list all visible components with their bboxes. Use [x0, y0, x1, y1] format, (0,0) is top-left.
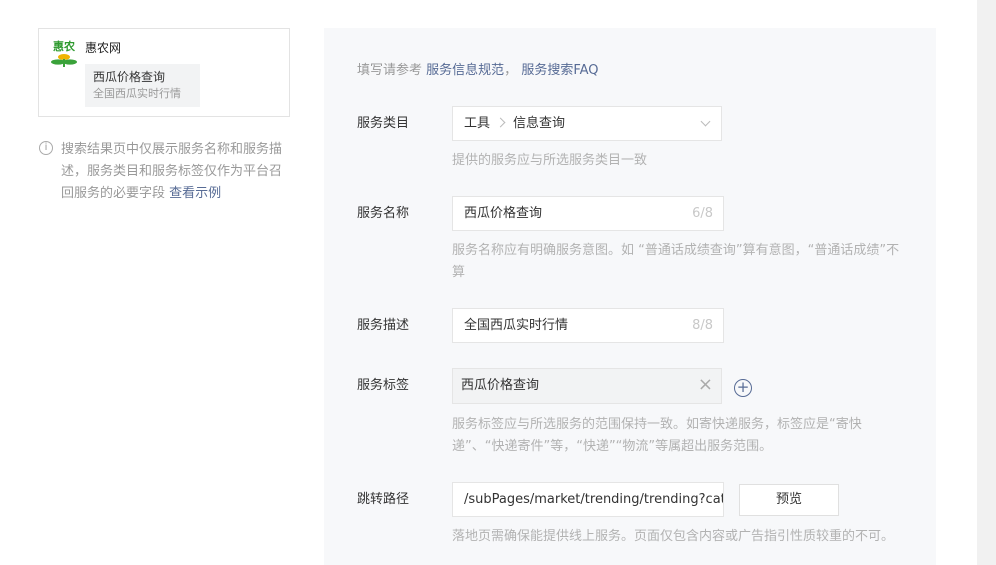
category-label: 服务类目 [357, 116, 410, 131]
app-logo: 惠农 [49, 40, 79, 70]
reference-line: 填写请参考 服务信息规范， 服务搜索FAQ [357, 62, 599, 80]
service-search-faq-link[interactable]: 服务搜索FAQ [521, 63, 598, 78]
reference-prefix: 填写请参考 [357, 63, 423, 78]
service-tag-value: 西瓜价格查询 [461, 378, 540, 393]
category-select[interactable]: 工具 信息查询 [452, 106, 722, 141]
scrollbar-track[interactable] [977, 0, 996, 565]
chevron-right-icon [495, 117, 506, 128]
service-desc-input[interactable]: 全国西瓜实时行情 8/8 [452, 308, 724, 343]
service-name-label: 服务名称 [357, 206, 410, 221]
service-name-preview: 西瓜价格查询 [93, 70, 166, 84]
category-level1: 工具 [464, 116, 491, 131]
preview-button[interactable]: 预览 [739, 484, 839, 516]
service-info-spec-link[interactable]: 服务信息规范 [426, 63, 504, 78]
service-name-value: 西瓜价格查询 [464, 206, 543, 221]
category-level2: 信息查询 [513, 116, 566, 131]
service-desc-value: 全国西瓜实时行情 [464, 318, 569, 333]
view-example-link[interactable]: 查看示例 [169, 186, 221, 201]
jump-path-input[interactable]: /subPages/market/trending/trending?categ… [452, 482, 724, 517]
service-tags-label: 服务标签 [357, 378, 410, 393]
chevron-down-icon [700, 116, 711, 127]
app-name: 惠农网 [85, 41, 122, 55]
leaf-icon [51, 54, 77, 67]
service-summary: 西瓜价格查询 全国西瓜实时行情 [85, 64, 200, 107]
reference-separator: ， [504, 63, 518, 78]
info-icon: i [39, 141, 53, 155]
jump-path-label: 跳转路径 [357, 492, 410, 507]
service-desc-count: 8/8 [692, 318, 713, 333]
service-name-input[interactable]: 西瓜价格查询 6/8 [452, 196, 724, 231]
service-desc-preview: 全国西瓜实时行情 [93, 87, 181, 100]
search-result-preview-card: 惠农 惠农网 西瓜价格查询 全国西瓜实时行情 [38, 28, 290, 117]
service-tags-hint: 服务标签应与所选服务的范围保持一致。如寄快递服务，标签应是“寄快递”、“快递寄件… [452, 417, 862, 454]
service-desc-label: 服务描述 [357, 318, 410, 333]
jump-path-value: /subPages/market/trending/trending?categ… [464, 492, 723, 507]
jump-path-hint: 落地页需确保能提供线上服务。页面仅包含内容或广告指引性质较重的不可。 [452, 529, 895, 544]
category-hint: 提供的服务应与所选服务类目一致 [452, 153, 648, 168]
service-tag-chip[interactable]: 西瓜价格查询 × [452, 368, 722, 404]
add-tag-icon[interactable]: + [734, 379, 752, 397]
service-name-hint: 服务名称应有明确服务意图。如 “普通话成绩查询”算有意图，“普通话成绩”不算 [452, 243, 900, 280]
service-name-count: 6/8 [692, 206, 713, 221]
close-icon[interactable]: × [698, 369, 713, 401]
